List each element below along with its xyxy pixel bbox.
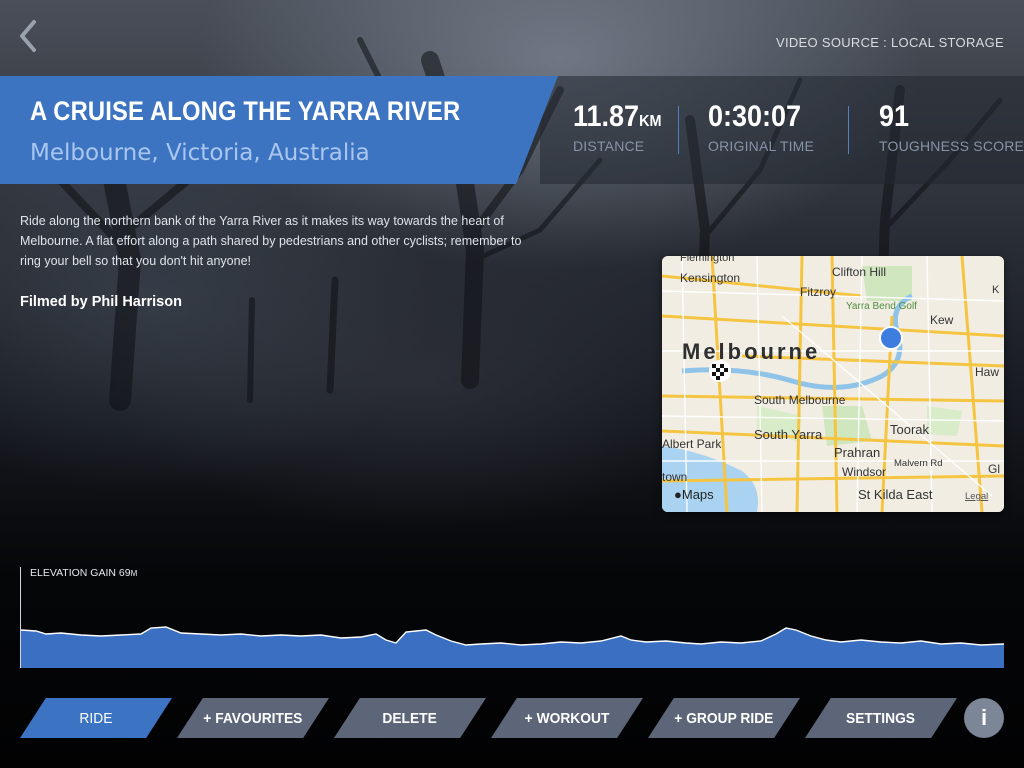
map-label-yarra-bend: Yarra Bend Golf — [846, 301, 917, 312]
ride-location: Melbourne, Victoria, Australia — [30, 140, 370, 166]
distance-value: 11.87 — [573, 100, 640, 133]
map-label-windsor: Windsor — [842, 465, 887, 479]
map-label-haw: Haw — [975, 365, 1000, 379]
toughness-label: TOUGHNESS SCORE — [879, 138, 1024, 154]
info-icon: i — [980, 705, 988, 730]
add-favourites-button[interactable]: + FAVOURITES — [177, 698, 329, 738]
stat-divider — [678, 106, 679, 154]
map-label-k: K — [992, 284, 1000, 296]
map-label-albert-park: Albert Park — [662, 437, 722, 451]
distance-unit: KM — [639, 113, 662, 130]
map-label-south-yarra: South Yarra — [754, 427, 823, 442]
elevation-gain-unit: M — [130, 569, 138, 578]
back-button[interactable] — [12, 16, 44, 56]
map-label-prahran: Prahran — [834, 445, 881, 460]
map-label-kew: Kew — [930, 313, 954, 327]
filmed-by: Filmed by Phil Harrison — [20, 294, 182, 310]
map-legal-link[interactable]: Legal — [965, 491, 988, 502]
ride-button[interactable]: RIDE — [20, 698, 172, 738]
map-label-malvern-rd: Malvern Rd — [894, 458, 943, 469]
elevation-gain-label: ELEVATION GAIN 69M — [30, 567, 138, 579]
ride-description: Ride along the northern bank of the Yarr… — [20, 214, 522, 268]
route-map[interactable]: Flemington Kensington Clifton Hill Fitzr… — [662, 256, 1004, 512]
map-label-clifton-hill: Clifton Hill — [832, 265, 887, 279]
elevation-gain-value: 69 — [118, 567, 131, 579]
original-time-value: 0:30:07 — [708, 100, 802, 133]
video-source-label: VIDEO SOURCE : LOCAL STORAGE — [775, 35, 1004, 50]
add-group-ride-button[interactable]: + GROUP RIDE — [648, 698, 800, 738]
stat-toughness: 91 TOUGHNESS SCORE — [879, 100, 1024, 154]
map-label-gl: Gl — [988, 462, 1000, 476]
title-banner — [0, 76, 558, 184]
settings-button[interactable]: SETTINGS — [805, 698, 957, 738]
toughness-value: 91 — [879, 100, 910, 133]
delete-button[interactable]: DELETE — [334, 698, 486, 738]
map-label-melbourne: Melbourne — [682, 339, 821, 364]
maps-brand: ●Maps — [674, 487, 714, 502]
map-label-toorak: Toorak — [890, 422, 930, 437]
stat-original-time: 0:30:07 ORIGINAL TIME — [708, 100, 814, 154]
map-label-fitzroy: Fitzroy — [800, 285, 836, 299]
elevation-profile — [21, 626, 1004, 668]
ride-title: A CRUISE ALONG THE YARRA RIVER — [30, 96, 461, 126]
stat-distance: 11.87KM DISTANCE — [573, 100, 671, 154]
stat-divider — [848, 106, 849, 154]
add-workout-button[interactable]: + WORKOUT — [491, 698, 643, 738]
distance-label: DISTANCE — [573, 138, 645, 154]
map-label-kensington: Kensington — [680, 271, 741, 285]
original-time-label: ORIGINAL TIME — [708, 138, 815, 154]
map-label-flemington: Flemington — [680, 256, 735, 264]
info-button[interactable]: i — [964, 698, 1004, 738]
map-label-town: town — [662, 470, 688, 484]
map-label-south-melbourne: South Melbourne — [754, 393, 846, 407]
chevron-left-icon — [20, 20, 36, 52]
map-label-st-kilda-east: St Kilda East — [858, 487, 933, 502]
apple-logo-icon: ● — [674, 487, 682, 502]
